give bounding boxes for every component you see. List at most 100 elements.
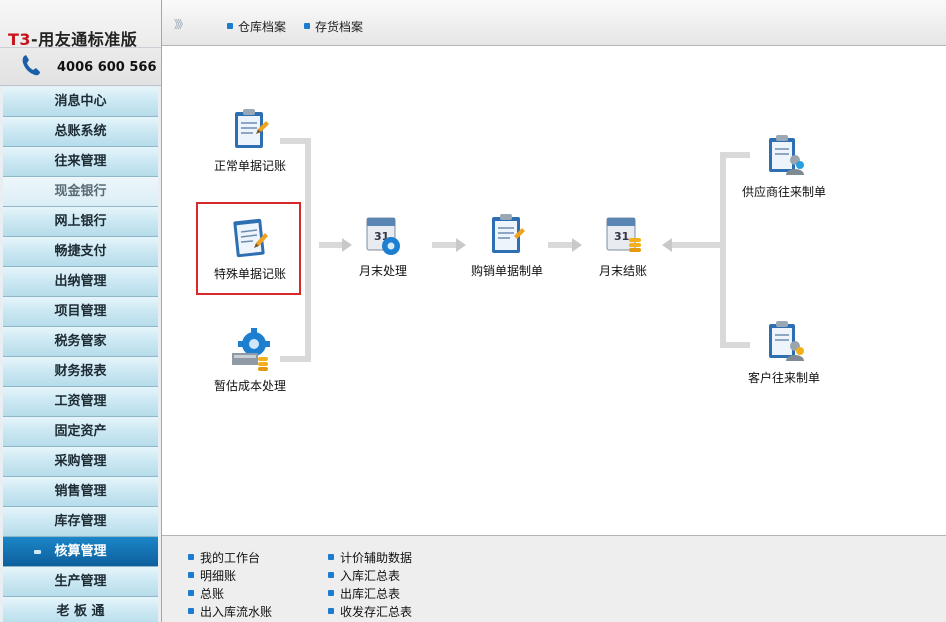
link-label: 出库汇总表 [340, 587, 401, 601]
estimated-cost-node[interactable]: 暂估成本处理 [206, 327, 294, 394]
gear-cost-icon [232, 328, 270, 371]
nav-item-cash-bank[interactable]: 现金银行 [3, 177, 158, 207]
arrow-right-icon [456, 238, 466, 252]
clipboard-user-icon [769, 135, 804, 175]
bullet-icon [188, 572, 194, 578]
connector-bracket-left [305, 138, 311, 362]
connector-line [672, 242, 720, 248]
selection-highlight [196, 202, 301, 295]
arrow-right-icon [572, 238, 582, 252]
nav-item-financial-reports[interactable]: 财务报表 [3, 357, 158, 387]
stock-flow-ledger-link[interactable]: 出入库流水账 [188, 603, 272, 620]
node-label: 客户往来制单 [747, 371, 820, 385]
nav-item-production[interactable]: 生产管理 [3, 567, 158, 597]
bullet-icon [188, 590, 194, 596]
active-bullet-icon [34, 550, 41, 554]
clipboard-user-icon [769, 321, 804, 361]
nav-item-inventory[interactable]: 库存管理 [3, 507, 158, 537]
bullet-icon [188, 608, 194, 614]
sidebar: T3-用友通标准版 4006 600 566 消息中心 总账系统 往来管理 现金… [0, 0, 162, 622]
nav-item-label: 总账系统 [54, 124, 107, 139]
inventory-archive-link[interactable]: 存货档案 [304, 18, 363, 35]
connector-line [432, 242, 457, 248]
bullet-icon [188, 554, 194, 560]
node-label: 供应商往来制单 [741, 185, 826, 199]
phone-icon [22, 55, 40, 76]
connector-line [548, 242, 573, 248]
nav-item-label: 固定资产 [54, 424, 107, 439]
node-label: 正常单据记账 [213, 159, 286, 173]
pricing-aux-data-link[interactable]: 计价辅助数据 [328, 549, 412, 566]
customer-voucher-node[interactable]: 客户往来制单 [734, 319, 834, 386]
outbound-summary-link[interactable]: 出库汇总表 [328, 585, 400, 602]
link-label: 明细账 [200, 569, 237, 583]
chevron-icon[interactable]: 》》 [174, 16, 188, 32]
clipboard-pencil-icon [492, 214, 525, 253]
nav-item-purchasing[interactable]: 采购管理 [3, 447, 158, 477]
link-label: 我的工作台 [200, 551, 261, 565]
nav-item-label: 现金银行 [54, 184, 107, 199]
nav-item-label: 网上银行 [54, 214, 107, 229]
nav-item-label: 出纳管理 [54, 274, 107, 289]
link-label: 入库汇总表 [340, 569, 401, 583]
process-flow-canvas: 正常单据记账 特殊单据记账 暂估成本处理 31 月末处理 购销单据制单 31 月… [162, 47, 946, 535]
bullet-icon [328, 554, 334, 560]
bullet-icon [328, 590, 334, 596]
bullet-icon [328, 608, 334, 614]
nav-item-label: 往来管理 [54, 154, 107, 169]
inbound-summary-link[interactable]: 入库汇总表 [328, 567, 400, 584]
month-end-closing-node[interactable]: 31 月末结账 [587, 212, 659, 279]
nav-item-ar-ap[interactable]: 往来管理 [3, 147, 158, 177]
arrow-left-icon [662, 238, 672, 252]
purchase-sales-voucher-node[interactable]: 购销单据制单 [467, 212, 547, 279]
nav-item-general-ledger[interactable]: 总账系统 [3, 117, 158, 147]
report-links-panel: 我的工作台 明细账 总账 出入库流水账 计价辅助数据 入库汇总表 出库汇总表 收… [162, 535, 946, 622]
my-workbench-link[interactable]: 我的工作台 [188, 549, 260, 566]
nav-item-online-bank[interactable]: 网上银行 [3, 207, 158, 237]
nav-item-cashier[interactable]: 出纳管理 [3, 267, 158, 297]
nav-item-payroll[interactable]: 工资管理 [3, 387, 158, 417]
general-ledger-link[interactable]: 总账 [188, 585, 224, 602]
top-toolbar: 》》 仓库档案 存货档案 [162, 0, 946, 46]
brand-panel: T3-用友通标准版 4006 600 566 [0, 0, 161, 86]
nav-item-label: 项目管理 [54, 304, 107, 319]
nav-item-chanjet-pay[interactable]: 畅捷支付 [3, 237, 158, 267]
nav-item-sales[interactable]: 销售管理 [3, 477, 158, 507]
month-end-processing-node[interactable]: 31 月末处理 [347, 212, 419, 279]
link-label: 出入库流水账 [200, 605, 273, 619]
link-label: 收发存汇总表 [340, 605, 413, 619]
nav-item-costing[interactable]: 核算管理 [3, 537, 158, 567]
nav-item-label: 工资管理 [54, 394, 107, 409]
nav-item-label: 库存管理 [54, 514, 107, 529]
nav-item-label: 核算管理 [54, 544, 107, 559]
nav-item-project[interactable]: 项目管理 [3, 297, 158, 327]
nav-item-label: 老 板 通 [56, 604, 105, 619]
brand-divider [0, 47, 161, 48]
link-label: 计价辅助数据 [340, 551, 413, 565]
nav-item-message-center[interactable]: 消息中心 [3, 87, 158, 117]
bullet-icon [227, 23, 233, 29]
nav-item-fixed-assets[interactable]: 固定资产 [3, 417, 158, 447]
link-label: 总账 [200, 587, 225, 601]
calendar-gear-icon: 31 [366, 217, 400, 255]
node-label: 暂估成本处理 [213, 379, 286, 393]
link-label: 仓库档案 [238, 20, 287, 34]
connector-bracket-right [720, 152, 726, 348]
nav-item-label: 消息中心 [54, 94, 107, 109]
normal-document-posting-node[interactable]: 正常单据记账 [206, 107, 294, 174]
stock-balance-summary-link[interactable]: 收发存汇总表 [328, 603, 412, 620]
nav-item-tax[interactable]: 税务管家 [3, 327, 158, 357]
nav-item-label: 采购管理 [54, 454, 107, 469]
node-label: 购销单据制单 [470, 264, 543, 278]
bullet-icon [304, 23, 310, 29]
node-label: 月末处理 [358, 264, 407, 278]
nav-item-label: 税务管家 [54, 334, 107, 349]
link-label: 存货档案 [315, 20, 364, 34]
warehouse-archive-link[interactable]: 仓库档案 [227, 18, 286, 35]
detail-ledger-link[interactable]: 明细账 [188, 567, 236, 584]
nav-item-boss[interactable]: 老 板 通 [3, 597, 158, 622]
supplier-voucher-node[interactable]: 供应商往来制单 [734, 133, 834, 200]
connector-line [319, 242, 343, 248]
nav-item-label: 畅捷支付 [54, 244, 107, 259]
calendar-coins-icon: 31 [606, 217, 641, 252]
